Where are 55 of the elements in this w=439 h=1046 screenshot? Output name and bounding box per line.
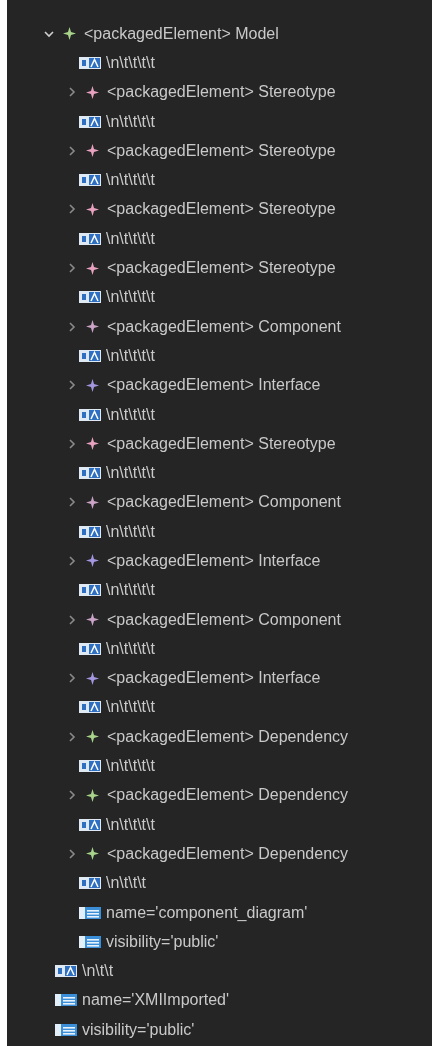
text-node-label[interactable]: \n\t\t\t\t (106, 814, 155, 835)
text-node-icon (79, 641, 101, 656)
attribute-icon (79, 934, 101, 949)
text-node-icon (79, 466, 101, 481)
element-label[interactable]: <packagedElement> Model (84, 23, 279, 44)
text-node-icon (79, 231, 101, 246)
text-node-icon (79, 817, 101, 832)
text-node-label[interactable]: \n\t\t\t (106, 873, 146, 894)
text-node-label[interactable]: \n\t\t\t\t (106, 170, 155, 191)
element-label[interactable]: <packagedElement> Component (107, 492, 341, 513)
element-label[interactable]: <packagedElement> Interface (107, 375, 321, 396)
text-node-icon (79, 524, 101, 539)
element-label[interactable]: <packagedElement> Component (107, 609, 341, 630)
text-node-icon (79, 700, 101, 715)
text-node-icon (79, 55, 101, 70)
text-node-icon (79, 583, 101, 598)
element-label[interactable]: <packagedElement> Dependency (107, 843, 349, 864)
text-node-label[interactable]: \n\t\t\t\t (106, 638, 155, 659)
attribute-label[interactable]: name='XMIImported' (82, 990, 230, 1011)
attribute-icon (55, 1022, 77, 1037)
element-label[interactable]: <packagedElement> Interface (107, 551, 321, 571)
element-label[interactable]: <packagedElement> Stereotype (107, 82, 336, 103)
text-node-label[interactable]: \n\t\t\t\t (106, 52, 155, 73)
text-node-label[interactable]: \n\t\t\t\t (106, 580, 155, 601)
attribute-label[interactable]: name='component_diagram' (106, 902, 308, 923)
attribute-label[interactable]: visibility='public' (82, 1019, 195, 1040)
text-node-icon (55, 964, 77, 979)
text-node-label[interactable]: \n\t\t (82, 961, 114, 982)
element-label[interactable]: <packagedElement> Stereotype (107, 199, 336, 220)
text-node-label[interactable]: \n\t\t\t\t (106, 404, 155, 425)
attribute-icon (79, 905, 101, 920)
text-node-icon (79, 759, 101, 774)
attribute-label[interactable]: visibility='public' (106, 931, 219, 952)
text-node-label[interactable]: \n\t\t\t\t (106, 756, 155, 777)
text-node-icon (79, 348, 101, 363)
text-node-icon (79, 114, 101, 129)
element-label[interactable]: <packagedElement> Dependency (107, 726, 349, 747)
text-node-icon (79, 290, 101, 305)
element-label[interactable]: <packagedElement> Dependency (107, 785, 349, 806)
text-node-label[interactable]: \n\t\t\t\t (106, 345, 155, 366)
element-label[interactable]: <packagedElement> Interface (107, 668, 321, 689)
text-node-icon (79, 876, 101, 891)
element-label[interactable]: <packagedElement> Component (107, 316, 341, 337)
element-label[interactable]: <packagedElement> Stereotype (107, 140, 336, 161)
text-node-label[interactable]: \n\t\t\t\t (106, 287, 155, 308)
element-label[interactable]: <packagedElement> Stereotype (107, 258, 336, 278)
element-label[interactable]: <packagedElement> Stereotype (107, 433, 336, 454)
text-node-icon (79, 407, 101, 422)
text-node-label[interactable]: \n\t\t\t\t (106, 521, 155, 542)
text-node-label[interactable]: \n\t\t\t\t (106, 228, 155, 249)
text-node-icon (79, 173, 101, 188)
text-node-label[interactable]: \n\t\t\t\t (106, 463, 155, 484)
attribute-icon (55, 993, 77, 1008)
text-node-label[interactable]: \n\t\t\t\t (106, 111, 155, 132)
text-node-label[interactable]: \n\t\t\t\t (106, 697, 155, 718)
